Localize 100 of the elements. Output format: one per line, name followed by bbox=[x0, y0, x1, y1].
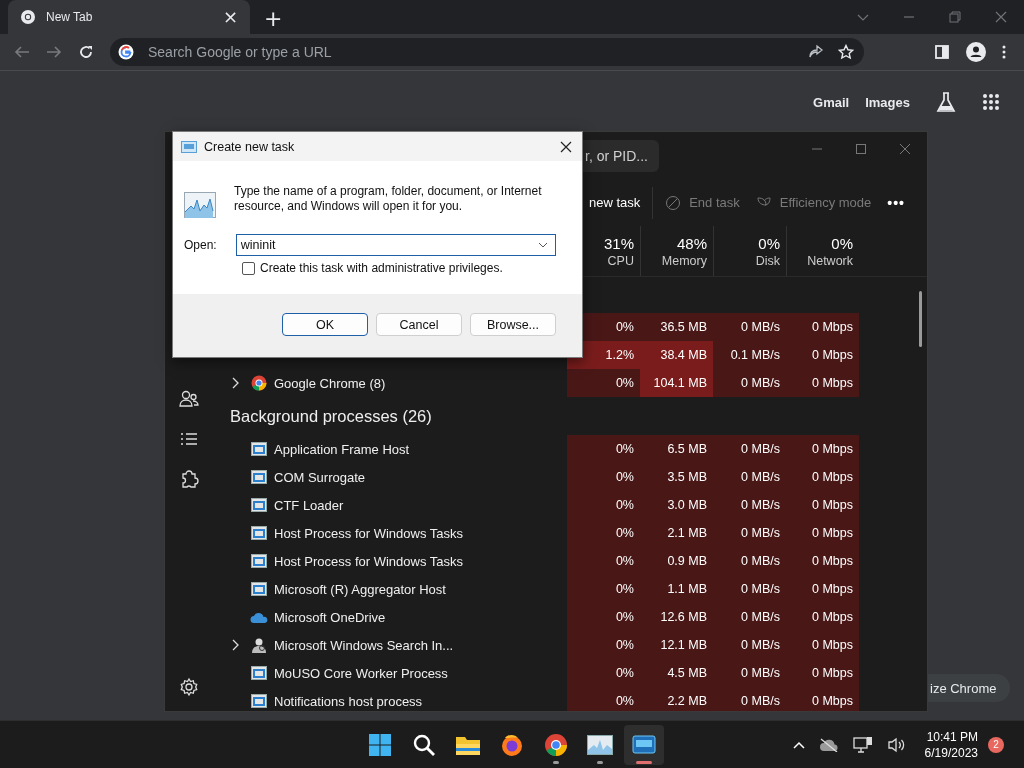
checkbox[interactable] bbox=[242, 261, 255, 275]
table-cell: 0 Mbps bbox=[786, 463, 859, 491]
close-icon[interactable] bbox=[560, 140, 572, 153]
table-cell: 0 Mbps bbox=[786, 369, 859, 397]
window-icon bbox=[251, 526, 267, 540]
table-cell: 0 Mbps bbox=[786, 519, 859, 547]
performance-graph-icon bbox=[184, 192, 216, 218]
fox-globe-icon bbox=[500, 732, 524, 757]
table-cell: 0% bbox=[567, 519, 640, 547]
header-link[interactable]: Images bbox=[865, 94, 910, 110]
table-cell: 0 Mbps bbox=[786, 435, 859, 463]
window-icon bbox=[251, 694, 267, 708]
reload-icon[interactable] bbox=[78, 44, 94, 60]
table-cell: 0% bbox=[567, 547, 640, 575]
window-icon bbox=[251, 666, 267, 680]
network-icon[interactable] bbox=[852, 735, 873, 754]
maximize-icon[interactable] bbox=[855, 142, 867, 155]
search-field[interactable]: r, or PID... bbox=[583, 139, 659, 172]
header-link[interactable]: Gmail bbox=[813, 94, 850, 110]
customize-chrome-button[interactable]: ize Chrome bbox=[928, 674, 1011, 702]
tab-close-button[interactable]: × bbox=[218, 8, 242, 26]
chevron-right-icon[interactable] bbox=[231, 639, 239, 651]
table-cell: 12.6 MB bbox=[640, 603, 713, 631]
more-button[interactable]: ••• bbox=[883, 194, 917, 211]
users-icon[interactable] bbox=[178, 389, 199, 409]
taskbar-app-button[interactable] bbox=[624, 724, 664, 765]
dialog-button[interactable]: Cancel bbox=[376, 313, 462, 336]
table-cell: 0 MB/s bbox=[713, 575, 786, 603]
table-cell: 0 MB/s bbox=[713, 369, 786, 397]
scrollbar-thumb[interactable] bbox=[919, 291, 922, 347]
table-cell: 0 Mbps bbox=[786, 603, 859, 631]
windows-start-icon bbox=[368, 732, 392, 757]
table-cell: 0.9 MB bbox=[640, 547, 713, 575]
table-cell: 0% bbox=[567, 435, 640, 463]
person-search-icon bbox=[251, 637, 267, 653]
table-cell: 0 Mbps bbox=[786, 575, 859, 603]
window-icon bbox=[251, 470, 267, 484]
dialog-button[interactable]: OK bbox=[282, 313, 368, 336]
share-icon[interactable] bbox=[808, 44, 824, 60]
checkbox-label: Create this task with administrative privileges. bbox=[260, 261, 503, 275]
process-name: MoUSO Core Worker Process bbox=[274, 665, 448, 681]
table-cell: 2.1 MB bbox=[640, 519, 713, 547]
instruction-text: Type the name of a program, folder, document, or Internet resource, and Windows will open it for you. bbox=[234, 184, 543, 214]
column-header[interactable]: 48% Memory bbox=[640, 226, 713, 276]
table-cell: 6.5 MB bbox=[640, 435, 713, 463]
process-name: Microsoft Windows Search In... bbox=[274, 637, 454, 653]
window-icon bbox=[251, 442, 267, 456]
table-cell: 0 Mbps bbox=[786, 491, 859, 519]
table-cell: 0 MB/s bbox=[713, 313, 786, 341]
column-header[interactable]: 0% Disk bbox=[713, 226, 786, 276]
apps-grid-icon[interactable] bbox=[982, 93, 1000, 111]
table-cell: 3.5 MB bbox=[640, 463, 713, 491]
table-cell: 1.1 MB bbox=[640, 575, 713, 603]
table-cell: 0 MB/s bbox=[713, 519, 786, 547]
dialog-button[interactable]: Browse... bbox=[470, 313, 556, 336]
process-name: Host Process for Windows Tasks bbox=[274, 553, 464, 569]
window-icon bbox=[251, 582, 267, 596]
table-cell: 0 Mbps bbox=[786, 547, 859, 575]
flask-icon[interactable] bbox=[936, 91, 956, 113]
dialog-title: Create new task bbox=[204, 139, 295, 154]
chevron-up-icon[interactable] bbox=[792, 740, 805, 749]
cloud-icon bbox=[250, 611, 268, 623]
table-cell: 0.1 MB/s bbox=[713, 341, 786, 369]
process-name: Microsoft OneDrive bbox=[274, 609, 386, 625]
new-tab-button[interactable]: + bbox=[260, 8, 287, 30]
table-cell: 0 MB/s bbox=[713, 603, 786, 631]
open-label: Open: bbox=[184, 238, 217, 252]
side-panel-icon[interactable] bbox=[934, 44, 950, 60]
star-icon[interactable] bbox=[838, 44, 854, 60]
process-name: Host Process for Windows Tasks bbox=[274, 525, 464, 541]
clock[interactable]: 10:41 PM 6/19/2023 bbox=[924, 728, 978, 761]
table-cell: 0 Mbps bbox=[786, 341, 859, 369]
chevron-right-icon[interactable] bbox=[231, 377, 239, 389]
profile-icon[interactable] bbox=[966, 42, 986, 62]
table-cell: 12.1 MB bbox=[640, 631, 713, 659]
volume-icon[interactable] bbox=[886, 736, 907, 753]
table-cell: 104.1 MB bbox=[640, 369, 713, 397]
window-icon bbox=[251, 498, 267, 512]
process-name: Application Frame Host bbox=[274, 441, 410, 457]
address-bar[interactable]: Search Google or type a URL bbox=[110, 38, 864, 66]
circle-slash-icon bbox=[665, 194, 682, 211]
table-cell: 36.5 MB bbox=[640, 313, 713, 341]
table-cell: 0 Mbps bbox=[786, 631, 859, 659]
back-icon[interactable] bbox=[14, 44, 30, 60]
forward-icon[interactable] bbox=[46, 44, 62, 60]
restore-icon[interactable] bbox=[949, 11, 961, 23]
table-cell: 0% bbox=[567, 631, 640, 659]
menu-icon[interactable] bbox=[1002, 44, 1006, 60]
process-name: Microsoft (R) Aggregator Host bbox=[274, 581, 446, 597]
table-cell: 0 MB/s bbox=[713, 547, 786, 575]
address-field[interactable]: Search Google or type a URL bbox=[148, 44, 794, 60]
table-cell: 38.4 MB bbox=[640, 341, 713, 369]
cloud-off-icon[interactable] bbox=[818, 737, 839, 752]
settings-icon[interactable] bbox=[178, 677, 199, 697]
open-field[interactable]: wininit bbox=[235, 234, 556, 256]
performance-graph-icon bbox=[587, 734, 613, 755]
browser-tab[interactable]: New Tab × bbox=[8, 0, 250, 34]
new-task-button[interactable]: new task bbox=[585, 195, 653, 210]
column-header[interactable]: 0% Network bbox=[786, 226, 859, 276]
table-cell: 0% bbox=[567, 463, 640, 491]
